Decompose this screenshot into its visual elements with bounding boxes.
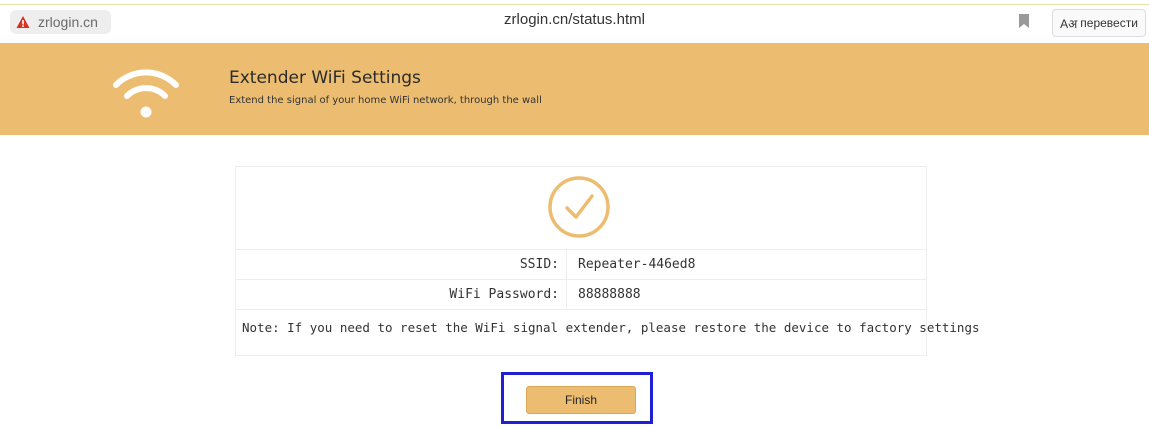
url-text[interactable]: zrlogin.cn/status.html bbox=[0, 11, 1149, 28]
reset-note-text: Note: If you need to reset the WiFi sign… bbox=[242, 320, 980, 335]
success-row bbox=[236, 167, 926, 250]
page-title: Extender WiFi Settings bbox=[229, 68, 421, 88]
password-value: 88888888 bbox=[578, 287, 641, 302]
ssid-row: SSID: Repeater-446ed8 bbox=[236, 250, 926, 280]
bookmark-icon[interactable] bbox=[1019, 14, 1029, 28]
translate-button[interactable]: Aअ перевести bbox=[1052, 9, 1146, 37]
ssid-value: Repeater-446ed8 bbox=[578, 257, 696, 272]
wifi-icon bbox=[113, 69, 179, 118]
column-divider bbox=[566, 280, 567, 309]
column-divider bbox=[566, 250, 567, 279]
top-border bbox=[0, 0, 1149, 5]
header-banner: Extender WiFi Settings Extend the signal… bbox=[0, 43, 1149, 135]
browser-address-bar: zrlogin.cn zrlogin.cn/status.html Aअ пер… bbox=[0, 6, 1149, 40]
translate-icon: Aअ bbox=[1060, 16, 1078, 31]
finish-button[interactable]: Finish bbox=[526, 386, 636, 414]
status-card: SSID: Repeater-446ed8 WiFi Password: 888… bbox=[235, 166, 980, 356]
password-label: WiFi Password: bbox=[449, 287, 559, 302]
translate-label: перевести bbox=[1080, 16, 1138, 30]
page-subtitle: Extend the signal of your home WiFi netw… bbox=[229, 95, 542, 106]
check-circle-icon bbox=[548, 176, 610, 238]
reset-note: Note: If you need to reset the WiFi sign… bbox=[236, 310, 980, 348]
password-row: WiFi Password: 88888888 bbox=[236, 280, 926, 310]
ssid-label: SSID: bbox=[519, 257, 559, 272]
